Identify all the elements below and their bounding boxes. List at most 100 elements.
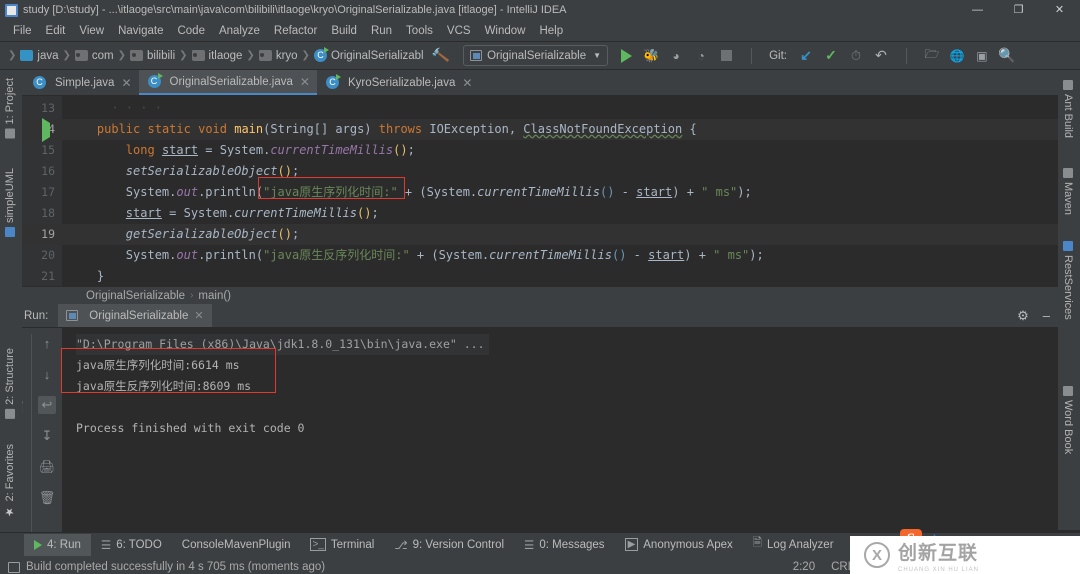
down-arrow-icon[interactable]: ↓ — [38, 365, 56, 383]
menu-navigate[interactable]: Navigate — [111, 23, 170, 39]
menu-vcs[interactable]: VCS — [440, 23, 478, 39]
sidebar-item-label: Word Book — [1062, 400, 1074, 455]
menu-run[interactable]: Run — [364, 23, 399, 39]
run-configuration-selector[interactable]: OriginalSerializable ▼ — [463, 45, 609, 66]
sidebar-item-restservices[interactable]: RestServices — [1062, 235, 1074, 326]
tool-button-terminal[interactable]: >_ Terminal — [300, 534, 384, 556]
log-analyzer-icon: 🗎 — [752, 537, 763, 549]
chevron-down-icon: ▼ — [593, 51, 602, 60]
soft-wrap-icon[interactable]: ↩ — [38, 396, 56, 414]
debug-button[interactable]: 🐝 — [643, 48, 659, 64]
toolbar-actions: 🐝 ◕ ◔ Git: ↙ ✓ ⏱ ↶ 🗁 🌐 ▣ 🔍 — [618, 47, 1016, 64]
git-update-icon[interactable]: ↙ — [798, 47, 814, 64]
sidebar-item-simpleuml[interactable]: simpleUML — [4, 162, 16, 243]
tool-button-log-analyzer[interactable]: 🗎 Log Analyzer — [743, 534, 844, 556]
navbar-crumb-java[interactable]: java — [20, 49, 59, 62]
sidebar-item-ant-build[interactable]: Ant Build — [1062, 74, 1074, 144]
menu-refactor[interactable]: Refactor — [267, 23, 324, 39]
tool-button-todo[interactable]: ☰ 6: TODO — [91, 534, 172, 556]
editor-text-area[interactable]: · · · · public static void main(String[]… — [62, 96, 1058, 286]
menu-window[interactable]: Window — [478, 23, 533, 39]
menu-file[interactable]: File — [6, 23, 39, 39]
maximize-button[interactable]: ❐ — [998, 0, 1039, 20]
navbar-crumb-com[interactable]: com — [74, 50, 114, 62]
sidebar-item-label: simpleUML — [4, 168, 16, 224]
sidebar-item-label: Ant Build — [1062, 94, 1074, 139]
source-folder-icon — [20, 50, 34, 61]
run-gutter-icon[interactable] — [42, 118, 50, 142]
scroll-to-end-icon[interactable]: ↧ — [38, 427, 56, 445]
run-with-coverage-button[interactable]: ◕ — [668, 48, 684, 64]
up-arrow-icon[interactable]: ↑ — [38, 334, 56, 352]
tool-button-run[interactable]: 4: Run — [24, 533, 91, 556]
console-plugin-icon[interactable]: ▣ — [974, 48, 990, 64]
git-commit-icon[interactable]: ✓ — [823, 47, 839, 64]
navbar-crumb-class[interactable]: C OriginalSerializabl — [313, 47, 424, 62]
sidebar-item-structure[interactable]: 2: Structure — [4, 342, 16, 425]
menu-tools[interactable]: Tools — [399, 23, 440, 39]
build-hammer-icon[interactable]: 🔨 — [430, 46, 450, 66]
run-button[interactable] — [618, 48, 634, 64]
close-icon[interactable]: ✕ — [194, 309, 203, 322]
run-tab[interactable]: OriginalSerializable ✕ — [58, 304, 212, 327]
tool-button-messages[interactable]: ☰ 0: Messages — [514, 534, 615, 556]
breadcrumb-method[interactable]: main() — [198, 290, 231, 302]
git-history-icon[interactable]: ⏱ — [848, 48, 864, 64]
run-config-icon — [470, 50, 483, 61]
navbar-crumb-label: java — [37, 49, 59, 62]
breadcrumb-sep: ❯ — [62, 50, 71, 61]
console-output[interactable]: "D:\Program Files (x86)\Java\jdk1.8.0_13… — [61, 328, 1080, 532]
sidebar-item-maven[interactable]: Maven — [1062, 162, 1074, 221]
git-revert-icon[interactable]: ↶ — [873, 47, 889, 64]
code-line: System.out.println("java原生序列化时间:" + (Sys… — [125, 185, 752, 199]
structure-icon — [5, 408, 15, 419]
navbar-crumb-kryo[interactable]: kryo — [258, 50, 298, 62]
menu-help[interactable]: Help — [532, 23, 570, 39]
translate-plugin-icon[interactable]: 🌐 — [949, 48, 965, 64]
gear-icon[interactable]: ⚙ — [1017, 308, 1029, 324]
menu-build[interactable]: Build — [324, 23, 364, 39]
profile-button[interactable]: ◔ — [693, 48, 709, 64]
sidebar-item-word-book[interactable]: Word Book — [1062, 380, 1074, 460]
stop-button[interactable] — [718, 48, 734, 64]
search-icon[interactable]: 🔍 — [998, 47, 1015, 64]
close-icon[interactable]: ✕ — [300, 75, 310, 89]
code-editor[interactable]: 13 14 15 16 17 18 19 20 21 ─ · · · · pub… — [0, 96, 1080, 286]
navbar-crumb-bilibili[interactable]: bilibili — [130, 50, 175, 62]
tab-originalserializable-java[interactable]: C OriginalSerializable.java ✕ — [138, 70, 317, 95]
tool-button-version-control[interactable]: ⎇ 9: Version Control — [384, 534, 514, 556]
close-icon[interactable]: ✕ — [121, 76, 131, 90]
clear-all-icon[interactable]: 🗑 — [38, 489, 56, 507]
menu-analyze[interactable]: Analyze — [212, 23, 267, 39]
tab-simple-java[interactable]: C Simple.java ✕ — [24, 70, 139, 95]
menu-edit[interactable]: Edit — [39, 23, 73, 39]
close-button[interactable]: ✕ — [1039, 0, 1080, 20]
vcs-branch-icon: ⎇ — [394, 539, 408, 552]
tab-kyroserializable-java[interactable]: C KyroSerializable.java ✕ — [316, 70, 480, 95]
breadcrumb-class[interactable]: OriginalSerializable — [86, 290, 185, 302]
java-class-icon: C — [147, 73, 163, 88]
caret-position[interactable]: 2:20 — [793, 561, 815, 573]
code-line: setSerializableObject(); — [125, 164, 300, 178]
sidebar-item-favorites[interactable]: ★ 2: Favorites — [4, 438, 16, 524]
project-structure-icon[interactable]: 🗁 — [924, 47, 940, 64]
java-class-icon: C — [325, 74, 341, 89]
title-bar: study [D:\study] - ...\itlaoge\src\main\… — [0, 0, 1080, 20]
tool-button-anonymous-apex[interactable]: ▶ Anonymous Apex — [615, 534, 743, 556]
watermark-logo-icon: X — [864, 542, 890, 568]
close-icon[interactable]: ✕ — [462, 76, 472, 90]
minimize-button[interactable]: — — [957, 0, 998, 20]
hide-panel-icon[interactable]: – — [1043, 308, 1050, 323]
menu-code[interactable]: Code — [170, 23, 212, 39]
tool-button-label: Anonymous Apex — [643, 538, 733, 551]
tool-button-console-maven-plugin[interactable]: ConsoleMavenPlugin — [172, 534, 301, 556]
navbar-crumb-itlaoge[interactable]: itlaoge — [191, 49, 243, 62]
tab-label: Simple.java — [55, 76, 115, 89]
folder-icon — [130, 50, 144, 61]
navbar-crumb-label: itlaoge — [208, 49, 243, 62]
code-line: } — [96, 269, 105, 283]
sidebar-item-project[interactable]: 1: Project — [4, 72, 16, 144]
run-label: Run: — [24, 309, 49, 322]
menu-view[interactable]: View — [72, 23, 111, 39]
print-icon[interactable]: 🖨 — [38, 458, 56, 476]
